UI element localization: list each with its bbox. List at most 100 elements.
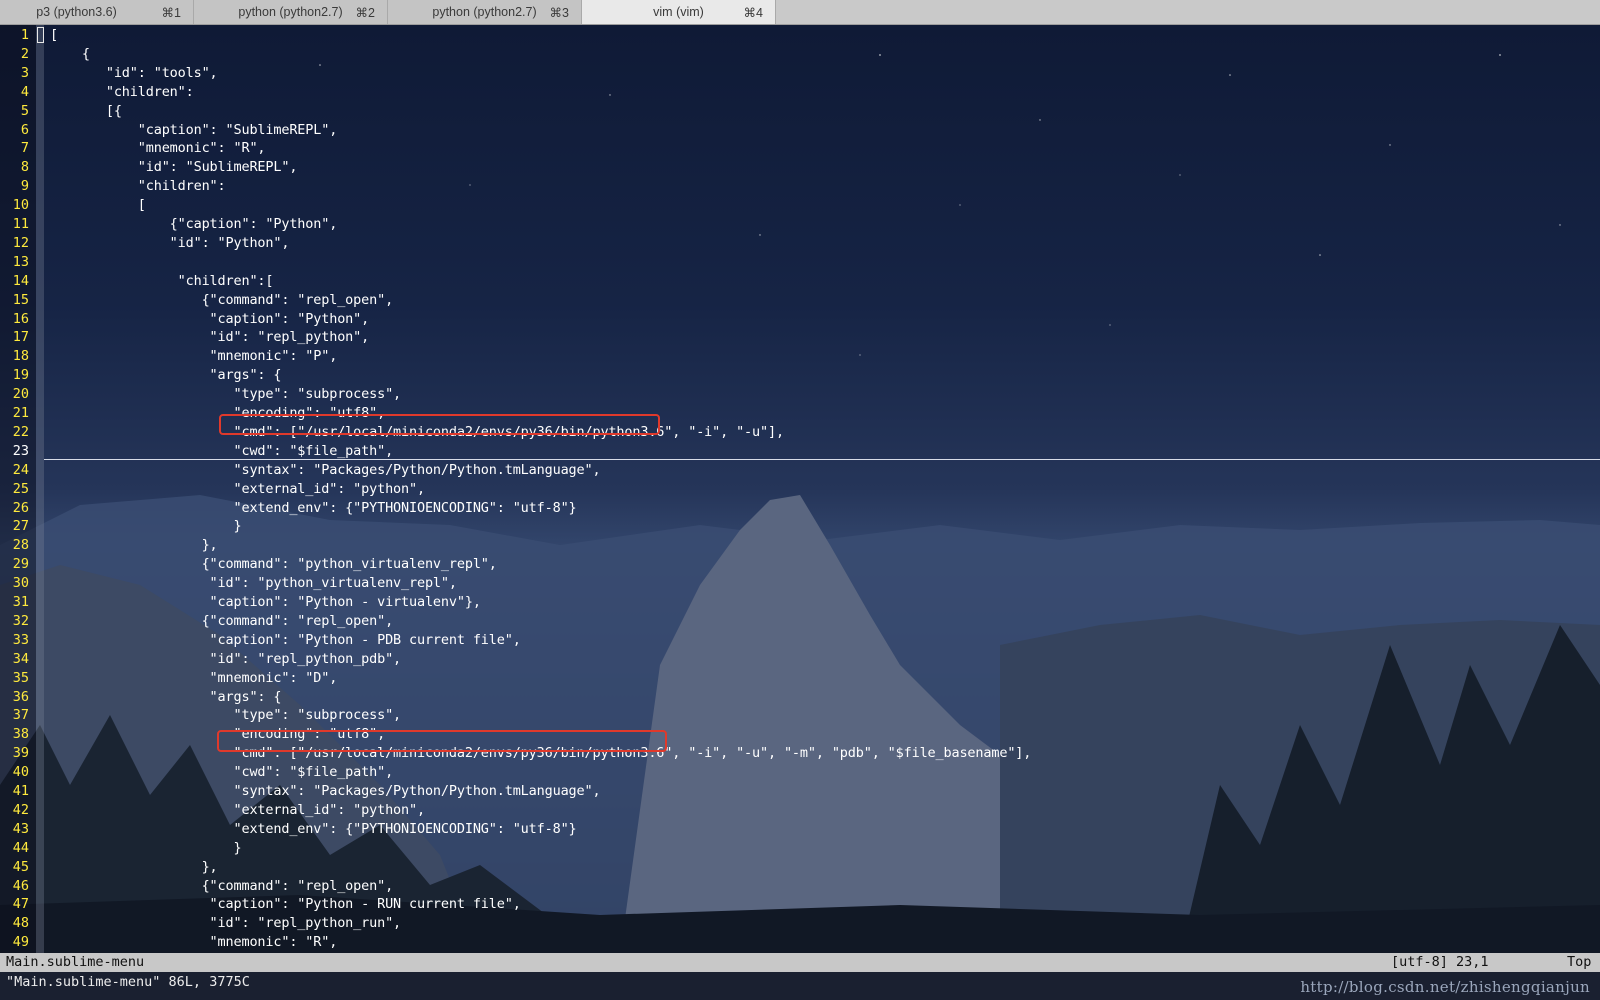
line-number: 6: [20, 121, 29, 138]
code-line[interactable]: "extend_env": {"PYTHONIOENCODING": "utf-…: [50, 820, 576, 839]
line-number: 5: [20, 102, 29, 119]
status-filename: Main.sublime-menu: [6, 954, 145, 970]
code-line[interactable]: {"command": "repl_open",: [50, 291, 394, 310]
code-line[interactable]: {"command": "python_virtualenv_repl",: [50, 555, 497, 574]
code-line[interactable]: "args": {: [50, 366, 282, 385]
line-number: 13: [12, 253, 29, 270]
code-line[interactable]: "caption": "SublimeREPL",: [50, 121, 338, 140]
code-line[interactable]: "caption": "Python - PDB current file",: [50, 631, 521, 650]
code-line[interactable]: "caption": "Python - virtualenv"},: [50, 593, 481, 612]
code-line[interactable]: "children":[: [50, 272, 274, 291]
line-number: 28: [12, 537, 29, 554]
code-line[interactable]: "children":: [50, 177, 226, 196]
code-line[interactable]: },: [50, 858, 218, 877]
code-line[interactable]: [: [50, 26, 58, 45]
line-number: 40: [12, 764, 29, 781]
code-line[interactable]: "mnemonic": "P",: [50, 347, 338, 366]
line-number: 17: [12, 329, 29, 346]
code-line[interactable]: "type": "subprocess",: [50, 385, 401, 404]
line-number: 15: [12, 291, 29, 308]
code-line[interactable]: "id": "Python",: [50, 234, 290, 253]
code-line[interactable]: "cwd": "$file_path",: [50, 763, 393, 782]
line-number: 11: [12, 216, 29, 232]
tab-shortcut: ⌘4: [743, 6, 763, 20]
line-number: 26: [12, 499, 29, 516]
line-number: 2: [20, 45, 29, 62]
vim-statusline: Main.sublime-menu [utf-8] 23,1 Top: [0, 953, 1600, 972]
code-line[interactable]: "cwd": "$file_path",: [50, 442, 393, 461]
line-number: 47: [12, 896, 29, 913]
line-number: 21: [12, 405, 29, 421]
line-number: 39: [12, 745, 29, 762]
code-line[interactable]: "id": "python_virtualenv_repl",: [50, 574, 457, 593]
line-number: 20: [12, 386, 29, 403]
vim-editor[interactable]: 1 2 3 4 5 6 7 8 9 10 11 12 13 14 15 16 17 18 19 20 21 22 23 24 2…: [0, 25, 1600, 953]
status-scroll-position: Top: [1567, 954, 1592, 970]
line-number: 38: [12, 726, 29, 743]
code-line[interactable]: "id": "tools",: [50, 64, 218, 83]
tab-vim[interactable]: vim (vim) ⌘4: [582, 0, 776, 24]
code-line[interactable]: "caption": "Python - RUN current file",: [50, 895, 521, 914]
line-number: 27: [12, 518, 29, 535]
code-line[interactable]: "extend_env": {"PYTHONIOENCODING": "utf-…: [50, 499, 576, 518]
code-line[interactable]: "syntax": "Packages/Python/Python.tmLang…: [50, 782, 600, 801]
tab-python-3[interactable]: python (python2.7) ⌘3: [388, 0, 582, 24]
code-line[interactable]: [{: [50, 102, 122, 121]
code-line[interactable]: "type": "subprocess",: [50, 706, 401, 725]
line-number: 43: [12, 820, 29, 837]
code-line[interactable]: {"command": "repl_open",: [50, 877, 394, 896]
line-number: 14: [12, 272, 29, 289]
line-number: 30: [12, 575, 29, 592]
code-line[interactable]: "args": {: [50, 688, 282, 707]
code-line[interactable]: "mnemonic": "R",: [50, 139, 266, 158]
line-number: 45: [12, 858, 29, 875]
line-number: 48: [12, 915, 29, 932]
line-number: 10: [12, 197, 29, 214]
line-number: 36: [12, 688, 29, 705]
code-line[interactable]: },: [50, 536, 218, 555]
code-line[interactable]: {: [50, 45, 90, 64]
code-line[interactable]: "mnemonic": "R",: [50, 933, 338, 952]
terminal-tab-bar: p3 (python3.6) ⌘1 python (python2.7) ⌘2 …: [0, 0, 1600, 25]
line-number: 35: [12, 669, 29, 686]
line-number: 7: [20, 140, 29, 157]
line-number: 32: [12, 612, 29, 629]
code-line[interactable]: "syntax": "Packages/Python/Python.tmLang…: [50, 461, 600, 480]
code-line[interactable]: "external_id": "python",: [50, 480, 425, 499]
code-line[interactable]: }: [50, 517, 241, 536]
code-line[interactable]: "caption": "Python",: [50, 310, 370, 329]
line-number: 9: [20, 178, 29, 195]
line-number: 19: [12, 367, 29, 384]
line-number: 33: [12, 631, 29, 648]
line-number: 22: [12, 423, 29, 440]
line-number: 34: [12, 650, 29, 667]
code-line[interactable]: }: [50, 839, 241, 858]
tab-shortcut: ⌘2: [355, 6, 375, 20]
code-line[interactable]: "mnemonic": "D",: [50, 669, 338, 688]
line-number: 42: [12, 801, 29, 818]
line-number: 3: [20, 64, 29, 81]
line-number: 49: [12, 934, 29, 951]
watermark-url: http://blog.csdn.net/zhishengqianjun: [1300, 978, 1590, 996]
tab-shortcut: ⌘3: [549, 6, 569, 20]
code-line[interactable]: "id": "repl_python_pdb",: [50, 650, 402, 669]
line-number: 12: [12, 234, 29, 251]
tab-python-2[interactable]: python (python2.7) ⌘2: [194, 0, 388, 24]
line-number: 18: [12, 348, 29, 365]
line-number: 1: [20, 27, 29, 43]
code-line[interactable]: "children":: [50, 83, 194, 102]
code-line[interactable]: {"caption": "Python",: [50, 215, 338, 234]
code-line[interactable]: [: [50, 196, 146, 215]
code-line[interactable]: "id": "SublimeREPL",: [50, 158, 298, 177]
code-line[interactable]: "id": "repl_python",: [50, 328, 370, 347]
code-line[interactable]: {"command": "repl_open",: [50, 612, 394, 631]
vim-command-line[interactable]: "Main.sublime-menu" 86L, 3775C http://bl…: [0, 972, 1600, 1000]
highlight-box-line-22: [219, 414, 660, 435]
tab-p3[interactable]: p3 (python3.6) ⌘1: [0, 0, 194, 24]
line-number: 24: [12, 461, 29, 478]
line-number: 8: [20, 159, 29, 176]
code-line[interactable]: "external_id": "python",: [50, 801, 425, 820]
tab-shortcut: ⌘1: [161, 6, 181, 20]
code-line[interactable]: "id": "repl_python_run",: [50, 914, 402, 933]
line-number: 29: [12, 556, 29, 573]
